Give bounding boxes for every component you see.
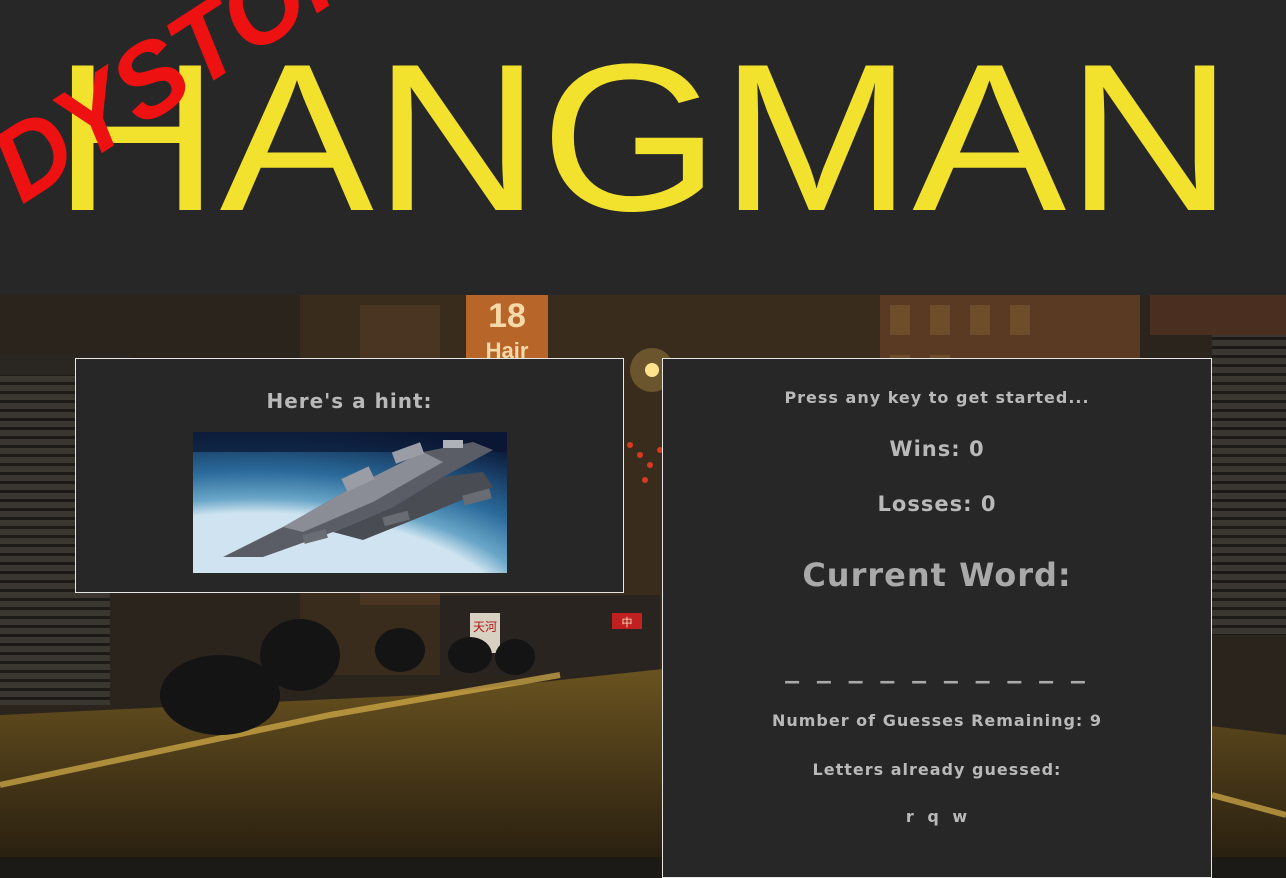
hint-panel: Here's a hint:: [75, 358, 624, 593]
guesses-label: Number of Guesses Remaining:: [771, 711, 1084, 730]
street-sign-small: 中: [622, 616, 633, 629]
losses-label: Losses:: [877, 492, 973, 516]
shop-sign-number: 18: [488, 297, 526, 335]
hint-label: Here's a hint:: [266, 389, 433, 413]
guesses-remaining: Number of Guesses Remaining: 9: [663, 711, 1211, 730]
title-overlay: DYSTOPIA: [0, 0, 520, 230]
street-sign-text: 天河: [473, 620, 497, 634]
shop-sign: 18 Hair: [466, 295, 548, 365]
overlay-text: DYSTOPIA: [0, 0, 471, 224]
site-header: HANGMAN DYSTOPIA: [0, 0, 1286, 295]
current-word-blanks: _ _ _ _ _ _ _ _ _ _: [785, 651, 1089, 684]
letters-guessed-label: Letters already guessed:: [812, 760, 1062, 779]
losses-counter: Losses: 0: [663, 492, 1211, 516]
guesses-value: 9: [1089, 711, 1103, 730]
wins-counter: Wins: 0: [663, 437, 1211, 461]
wins-value: 0: [968, 437, 985, 461]
letters-guessed-list: r q w: [905, 807, 969, 826]
wins-label: Wins:: [889, 437, 961, 461]
game-panel: Press any key to get started... Wins: 0 …: [662, 358, 1212, 878]
losses-value: 0: [980, 492, 997, 516]
current-word-label: Current Word:: [802, 556, 1072, 594]
start-prompt: Press any key to get started...: [784, 388, 1090, 407]
hint-image: [193, 432, 507, 573]
